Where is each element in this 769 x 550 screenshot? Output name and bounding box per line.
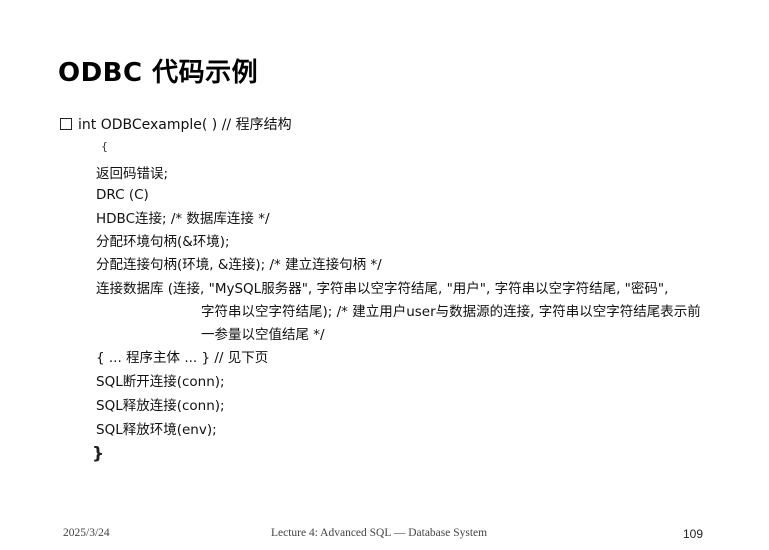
close-brace: } bbox=[92, 444, 105, 464]
code-line: SQL断开连接(conn); bbox=[96, 374, 225, 390]
code-line: SQL释放环境(env); bbox=[96, 422, 217, 438]
footer-date: 2025/3/24 bbox=[63, 527, 110, 539]
slide: ODBC 代码示例 int ODBCexample( ) // 程序结构 { 返… bbox=[0, 0, 769, 550]
footer-lecture-title: Lecture 4: Advanced SQL — Database Syste… bbox=[271, 527, 488, 539]
code-line: { ... 程序主体 ... } // 见下页 bbox=[96, 350, 269, 366]
square-bullet-icon bbox=[60, 118, 72, 130]
open-brace: { bbox=[101, 140, 108, 153]
code-line: SQL释放连接(conn); bbox=[96, 398, 225, 414]
code-line: 分配环境句柄(&环境); bbox=[96, 234, 230, 250]
code-line-continuation: 字符串以空字符结尾); /* 建立用户user与数据源的连接, 字符串以空字符结… bbox=[201, 304, 701, 320]
slide-title: ODBC 代码示例 bbox=[58, 58, 259, 88]
code-line: 连接数据库 (连接, "MySQL服务器", 字符串以空字符结尾, "用户", … bbox=[96, 281, 669, 297]
code-line: HDBC连接; /* 数据库连接 */ bbox=[96, 211, 270, 227]
page-number: 109 bbox=[683, 527, 704, 541]
code-line: DRC (C) bbox=[96, 187, 149, 203]
code-line: 分配连接句柄(环境, &连接); /* 建立连接句柄 */ bbox=[96, 257, 382, 273]
code-line-continuation: 一参量以空值结尾 */ bbox=[201, 327, 325, 343]
function-signature: int ODBCexample( ) // 程序结构 bbox=[60, 116, 292, 134]
code-line: 返回码错误; bbox=[96, 166, 169, 182]
function-signature-text: int ODBCexample( ) // 程序结构 bbox=[78, 117, 292, 133]
